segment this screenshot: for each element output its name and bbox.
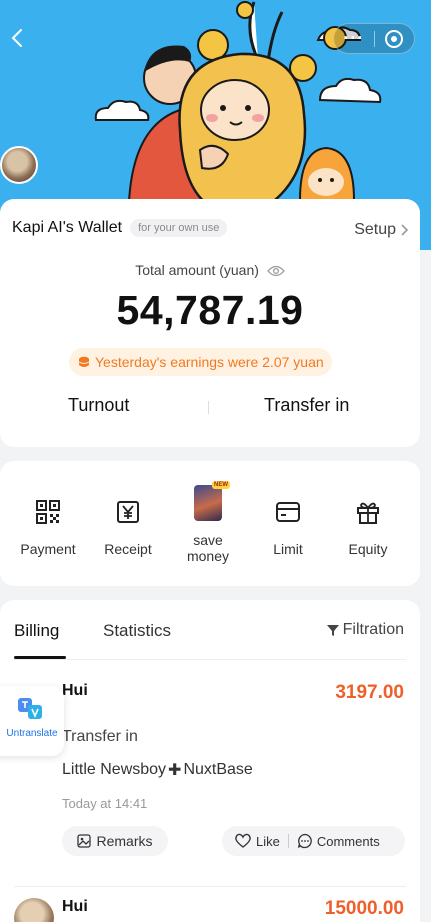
gift-icon [357,502,379,524]
more-button[interactable]: ··· [334,23,374,54]
filtration-button[interactable]: Filtration [326,621,404,639]
service-label: Equity [348,541,388,557]
card-icon [276,502,300,522]
row-divider [14,886,406,887]
service-equity[interactable]: Equity [328,461,408,586]
remarks-label: Remarks [96,833,153,849]
close-circle-icon [385,29,404,48]
bill-item[interactable]: Hui 15000.00 [0,898,420,922]
untranslate-button[interactable]: Untranslate [0,686,64,756]
bill-note-left: Little Newsboy [62,761,167,778]
mini-program-capsule: ··· [333,23,415,54]
qr-code-icon [36,500,60,524]
service-save-money[interactable]: save money [168,461,248,586]
billing-panel: Billing Statistics Filtration Hui 3197.0… [0,600,420,922]
bill-payer-name: Hui [62,682,88,699]
tab-statistics[interactable]: Statistics [103,621,171,641]
translate-icon [18,698,42,719]
earnings-badge: Yesterday's earnings were 2.07 yuan [69,348,332,376]
plus-icon: ✚ [168,762,182,779]
coin-stack-icon [78,356,90,367]
eye-icon[interactable] [266,265,285,277]
like-comments-bar: Like Comments [222,826,405,856]
service-label: save money [168,532,248,564]
bill-payer-name: Hui [62,898,88,915]
setup-link[interactable]: Setup [354,221,410,239]
bill-type: Transfer in [62,728,138,745]
wallet-title-row: Kapi AI's Wallet for your own use [12,219,228,237]
wallet-actions: Turnout Transfer in [0,395,420,419]
bill-note-right: NuxtBase [183,761,253,778]
wallet-usage-tag: for your own use [130,219,228,237]
bill-time: Today at 14:41 [62,796,148,811]
tab-billing[interactable]: Billing [14,621,59,641]
chevron-right-icon [401,224,409,236]
setup-label: Setup [354,221,396,238]
like-button[interactable]: Like [234,833,280,849]
comments-label: Comments [316,833,380,849]
service-receipt[interactable]: Receipt [88,461,168,586]
earnings-text: Yesterday's earnings were 2.07 yuan [95,354,324,370]
heart-icon [235,833,251,848]
comment-icon [297,833,312,849]
bill-amount: 3197.00 [335,682,404,703]
close-button[interactable] [374,29,414,49]
chevron-left-icon [11,29,22,47]
service-label: Limit [273,541,303,557]
back-button[interactable] [6,26,30,50]
service-label: Payment [20,541,76,557]
image-icon [77,834,92,848]
wallet-title: Kapi AI's Wallet [12,219,123,236]
total-amount-text: Total amount (yuan) [135,262,259,278]
remarks-button[interactable]: Remarks [62,826,168,856]
total-amount-label: Total amount (yuan) [0,262,420,278]
service-label-line1: save [193,532,223,548]
transfer-in-button[interactable]: Transfer in [264,395,349,416]
user-avatar[interactable] [0,146,38,184]
actions-divider [208,401,209,414]
comments-button[interactable]: Comments [297,833,380,849]
service-payment[interactable]: Payment [8,461,88,586]
service-limit[interactable]: Limit [248,461,328,586]
filtration-label: Filtration [342,621,404,638]
bill-note: Little Newsboy ✚ NuxtBase [62,760,253,780]
bill-amount: 15000.00 [324,898,404,919]
untranslate-label: Untranslate [6,728,58,739]
new-badge: NEW [212,481,230,489]
turnout-button[interactable]: Turnout [68,395,129,416]
filter-icon [326,625,339,636]
wallet-card: Kapi AI's Wallet for your own use Setup … [0,199,420,447]
total-amount-value: 54,787.19 [116,287,304,333]
tabs-divider [14,659,406,660]
services-grid: Payment Receipt save money NEW Limit Equ… [0,461,420,586]
like-label: Like [256,833,280,849]
like-comments-divider [287,834,289,848]
yuan-receipt-icon [117,501,139,523]
save-money-image[interactable]: NEW [194,481,230,521]
service-label: Receipt [104,541,152,557]
service-label-line2: money [186,548,230,564]
